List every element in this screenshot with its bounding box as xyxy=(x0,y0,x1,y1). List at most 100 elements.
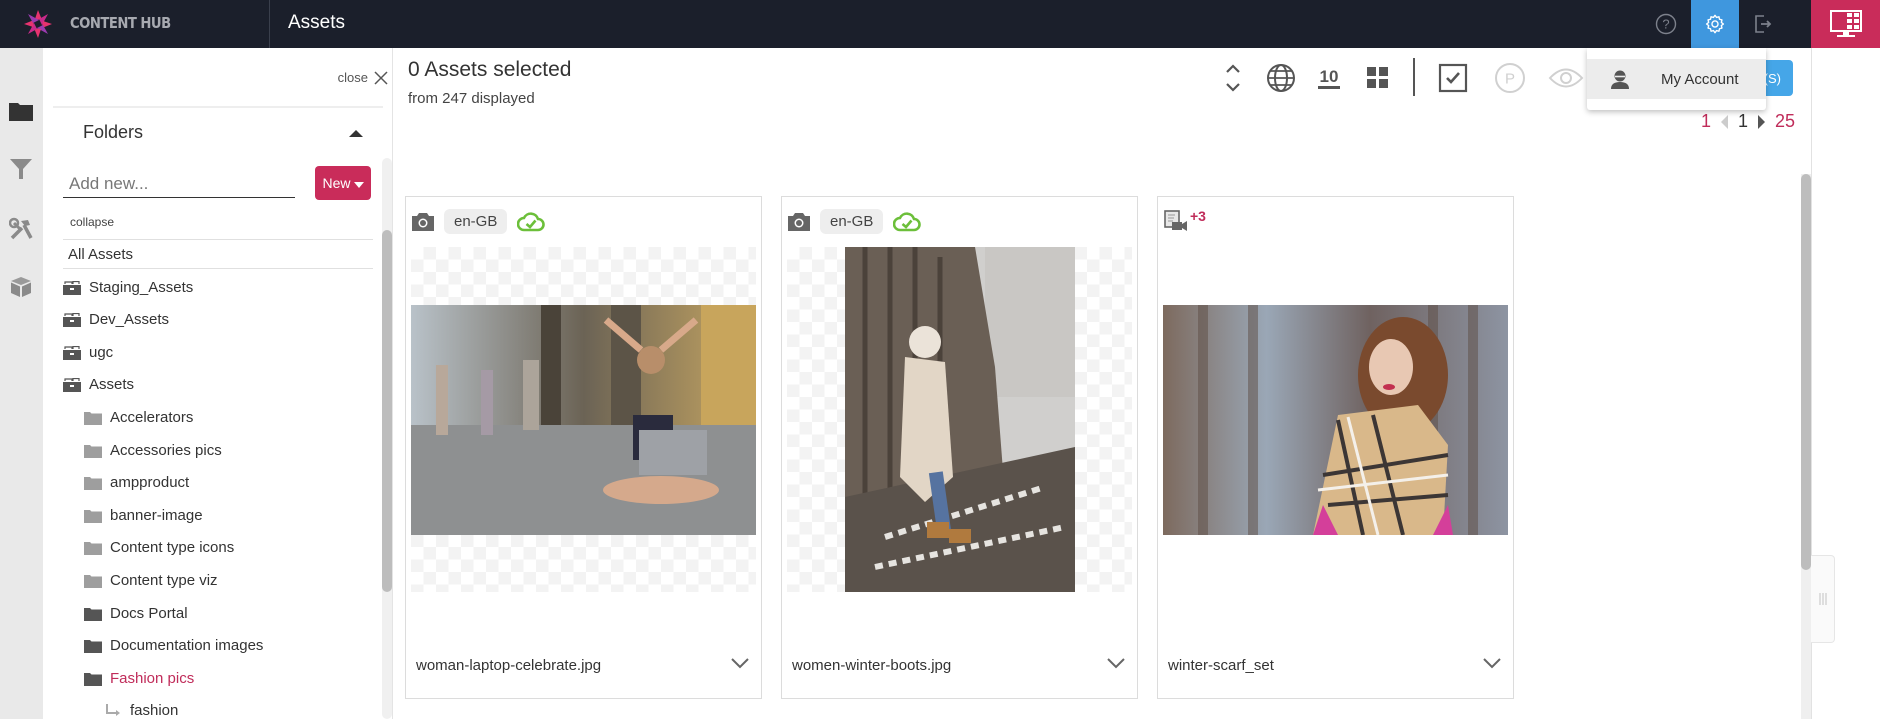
caret-down-icon xyxy=(353,181,364,188)
side-panel-handle[interactable] xyxy=(1811,555,1835,643)
collapse-all-link[interactable]: collapse xyxy=(70,215,114,229)
publish-button[interactable]: P xyxy=(1492,60,1528,96)
tree-item-label: Documentation images xyxy=(110,637,264,654)
tree-item-label: ugc xyxy=(89,344,114,361)
settings-button[interactable] xyxy=(1691,0,1739,48)
sort-button[interactable] xyxy=(1215,60,1251,96)
rail-tools[interactable] xyxy=(6,214,36,244)
tree-folder-item[interactable]: Content type icons xyxy=(84,539,234,556)
subfolder-arrow-icon xyxy=(106,703,120,716)
chevron-down-icon[interactable] xyxy=(1105,655,1127,671)
asset-name: winter-scarf_set xyxy=(1168,657,1274,674)
chevron-down-icon[interactable] xyxy=(1481,655,1503,671)
tree-repo-item[interactable]: Staging_Assets xyxy=(63,279,193,296)
eye-icon xyxy=(1548,68,1584,88)
svg-text:P: P xyxy=(1505,71,1515,88)
divider xyxy=(53,106,383,108)
globe-icon xyxy=(1267,64,1295,92)
pagination: 1 1 25 xyxy=(1701,111,1795,132)
sort-icon xyxy=(1226,64,1240,92)
brand-name: CONTENT HUB xyxy=(70,14,171,32)
close-icon xyxy=(374,70,388,85)
rail-packages[interactable] xyxy=(6,272,36,302)
asset-thumbnail[interactable] xyxy=(411,305,756,535)
tree-folder-item[interactable]: Content type viz xyxy=(84,572,218,589)
close-label: close xyxy=(337,70,368,85)
select-all-button[interactable] xyxy=(1435,60,1471,96)
tree-folder-item[interactable]: Docs Portal xyxy=(84,605,188,622)
menu-item-label: My Account xyxy=(1661,70,1739,88)
all-assets-item[interactable]: All Assets xyxy=(68,246,133,263)
tree-folder-item[interactable]: Accessories pics xyxy=(84,442,222,459)
prev-page-icon[interactable] xyxy=(1720,114,1728,129)
tree-folder-item[interactable]: Documentation images xyxy=(84,637,263,654)
next-page-icon[interactable] xyxy=(1757,114,1765,129)
asset-card[interactable]: en-GB women-winter-boots.jpg xyxy=(781,196,1138,699)
chevron-down-icon[interactable] xyxy=(729,655,751,671)
current-page: 1 xyxy=(1737,111,1748,131)
tree-item-label: banner-image xyxy=(110,507,203,524)
page-size-value: 10 xyxy=(1317,67,1341,89)
tree-folder-item-active[interactable]: Fashion pics xyxy=(84,670,194,687)
locale-button[interactable] xyxy=(1263,60,1299,96)
tree-repo-item[interactable]: ugc xyxy=(63,344,113,361)
divider xyxy=(63,239,373,240)
asset-card[interactable]: +3 winter-scarf_set xyxy=(1157,196,1514,699)
last-page-link[interactable]: 25 xyxy=(1775,111,1795,132)
panel-scrollbar-thumb[interactable] xyxy=(382,230,392,592)
my-account-menu-item[interactable]: My Account xyxy=(1587,59,1766,99)
box-icon xyxy=(11,277,31,297)
tree-item-label: Staging_Assets xyxy=(89,279,194,296)
camera-icon xyxy=(788,212,810,231)
folders-collapse-toggle[interactable] xyxy=(349,130,363,137)
clipped-section-header xyxy=(61,80,161,92)
rail-filters[interactable] xyxy=(6,154,36,184)
main-content: 0 Assets selected from 247 displayed 10 … xyxy=(393,48,1811,719)
app-switcher-button[interactable] xyxy=(1811,0,1880,48)
asset-thumbnail[interactable] xyxy=(845,247,1075,592)
new-folder-button[interactable]: New xyxy=(315,166,371,200)
repository-icon xyxy=(63,345,81,360)
toolbar-separator xyxy=(1413,58,1415,96)
tree-subfolder-item[interactable]: fashion xyxy=(104,702,178,719)
help-button[interactable]: ? xyxy=(1642,0,1690,48)
brand[interactable]: CONTENT HUB xyxy=(0,0,270,48)
asset-name: woman-laptop-celebrate.jpg xyxy=(416,657,602,674)
tree-item-label: Assets xyxy=(89,376,135,393)
tree-item-label: Accelerators xyxy=(110,409,194,426)
folder-icon xyxy=(84,541,102,555)
first-page-link[interactable]: 1 xyxy=(1701,111,1711,132)
asset-name: women-winter-boots.jpg xyxy=(792,657,952,674)
tree-repo-item[interactable]: Dev_Assets xyxy=(63,311,169,328)
cloud-check-icon xyxy=(517,211,546,231)
preview-button[interactable] xyxy=(1548,60,1584,96)
photo-woman-laptop xyxy=(411,305,756,535)
displayed-count: from 247 displayed xyxy=(408,90,535,107)
folder-icon xyxy=(84,509,102,523)
asset-thumbnail[interactable] xyxy=(1163,305,1508,535)
close-panel-button[interactable]: close xyxy=(338,70,388,85)
main-scrollbar-thumb[interactable] xyxy=(1801,174,1811,570)
folder-icon xyxy=(9,103,33,121)
page-size-button[interactable]: 10 xyxy=(1311,60,1347,96)
add-folder-input[interactable] xyxy=(63,170,295,198)
folder-icon xyxy=(84,411,102,425)
locale-chip: en-GB xyxy=(444,209,508,234)
left-rail xyxy=(0,48,43,719)
tree-item-label: Accessories pics xyxy=(110,442,222,459)
set-count-badge: +3 xyxy=(1190,208,1206,224)
asset-card[interactable]: en-GB woman-laptop-celebrate.jpg xyxy=(405,196,762,699)
tree-item-label: Docs Portal xyxy=(110,605,188,622)
rail-folders[interactable] xyxy=(6,96,36,126)
tree-folder-item[interactable]: ampproduct xyxy=(84,474,189,491)
photo-winter-scarf xyxy=(1163,305,1508,535)
tree-item-label: Dev_Assets xyxy=(89,311,170,328)
logout-button[interactable] xyxy=(1739,0,1787,48)
tree-folder-item[interactable]: Accelerators xyxy=(84,409,193,426)
folder-icon xyxy=(84,476,102,490)
new-button-label: New xyxy=(322,175,351,191)
tree-repo-item[interactable]: Assets xyxy=(63,376,134,393)
grid-view-button[interactable] xyxy=(1360,60,1396,96)
tree-item-label: ampproduct xyxy=(110,474,190,491)
tree-folder-item[interactable]: banner-image xyxy=(84,507,203,524)
